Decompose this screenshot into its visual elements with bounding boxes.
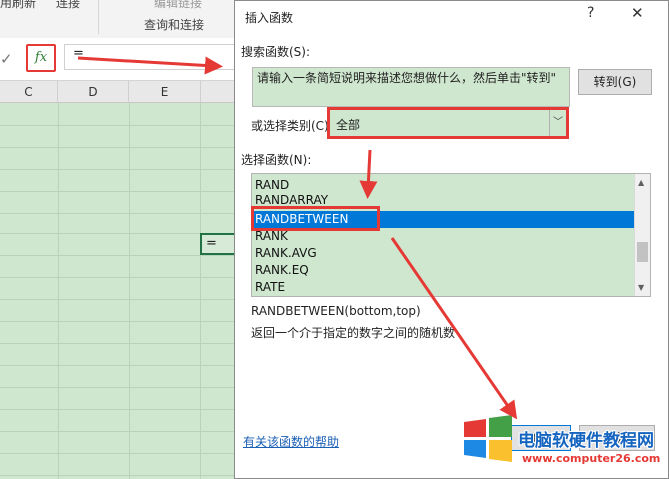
- grid-line: [0, 387, 236, 388]
- grid-line: [200, 103, 201, 479]
- grid-line: [0, 277, 236, 278]
- grid-line: [0, 431, 236, 432]
- function-item[interactable]: RANK.EQ: [252, 262, 634, 279]
- dialog-title: 插入函数: [245, 11, 294, 25]
- insert-function-dialog: 插入函数 ? ✕ 搜索函数(S): 请输入一条简短说明来描述您想做什么，然后单击…: [234, 0, 669, 479]
- grid-line: [0, 299, 236, 300]
- ribbon-refresh-label[interactable]: 用刷新: [0, 0, 36, 11]
- column-header-f[interactable]: [201, 81, 237, 103]
- grid-line: [0, 365, 236, 366]
- watermark-url: www.computer26.com: [522, 452, 661, 465]
- function-list[interactable]: RAND RANDARRAY RANDBETWEEN RANK RANK.AVG…: [251, 173, 651, 297]
- grid-line: [129, 103, 130, 479]
- help-icon[interactable]: ?: [587, 5, 594, 21]
- grid-line: [0, 255, 236, 256]
- grid-line: [0, 191, 236, 192]
- watermark-title: 电脑软硬件教程网: [518, 431, 654, 451]
- function-item-selected[interactable]: RANDBETWEEN: [252, 211, 634, 228]
- category-label: 或选择类别(C):: [251, 119, 333, 133]
- scroll-up-icon[interactable]: ▲: [638, 178, 644, 187]
- function-item[interactable]: RANK.AVG: [252, 245, 634, 262]
- grid-line: [0, 409, 236, 410]
- grid-line: [0, 453, 236, 454]
- active-cell[interactable]: =: [200, 233, 236, 255]
- function-help-link[interactable]: 有关该函数的帮助: [243, 433, 339, 450]
- grid-line: [0, 169, 236, 170]
- scroll-thumb[interactable]: [637, 242, 648, 262]
- grid-line: [58, 103, 59, 479]
- check-icon[interactable]: ✓: [0, 50, 13, 68]
- formula-input[interactable]: =: [64, 44, 234, 70]
- category-value: 全部: [336, 118, 361, 132]
- close-icon[interactable]: ✕: [631, 4, 644, 22]
- function-item[interactable]: RANDARRAY: [252, 194, 634, 207]
- grid-line: [0, 475, 236, 476]
- grid-line: [0, 321, 236, 322]
- search-function-input[interactable]: 请输入一条简短说明来描述您想做什么，然后单击"转到": [252, 67, 570, 107]
- ribbon-edit-links[interactable]: 编辑链接: [154, 0, 202, 11]
- column-header-e[interactable]: E: [129, 81, 201, 103]
- ribbon-group-label: 查询和连接: [144, 18, 205, 32]
- chevron-down-icon[interactable]: ﹀: [549, 110, 566, 136]
- grid-line: [0, 125, 236, 126]
- search-label: 搜索函数(S):: [241, 45, 311, 59]
- function-item[interactable]: RATE: [252, 279, 634, 296]
- windows-logo-icon: [464, 415, 512, 462]
- function-list-label: 选择函数(N):: [241, 153, 312, 167]
- goto-button[interactable]: 转到(G): [578, 69, 652, 95]
- function-item[interactable]: RAND: [252, 177, 634, 194]
- category-select[interactable]: 全部 ﹀: [327, 107, 569, 139]
- grid-line: [0, 343, 236, 344]
- grid-line: [0, 147, 236, 148]
- insert-function-button[interactable]: fx: [26, 44, 56, 72]
- scroll-down-icon[interactable]: ▼: [638, 283, 644, 292]
- column-header-c[interactable]: C: [0, 81, 58, 103]
- ribbon-separator: [98, 0, 99, 34]
- function-syntax: RANDBETWEEN(bottom,top): [251, 304, 421, 318]
- function-item[interactable]: RANK: [252, 228, 634, 245]
- ribbon-connect-label[interactable]: 连接: [56, 0, 80, 11]
- grid-line: [0, 213, 236, 214]
- column-header-d[interactable]: D: [58, 81, 129, 103]
- function-list-scrollbar[interactable]: ▲ ▼: [634, 174, 650, 296]
- function-description: 返回一个介于指定的数字之间的随机数: [251, 326, 456, 340]
